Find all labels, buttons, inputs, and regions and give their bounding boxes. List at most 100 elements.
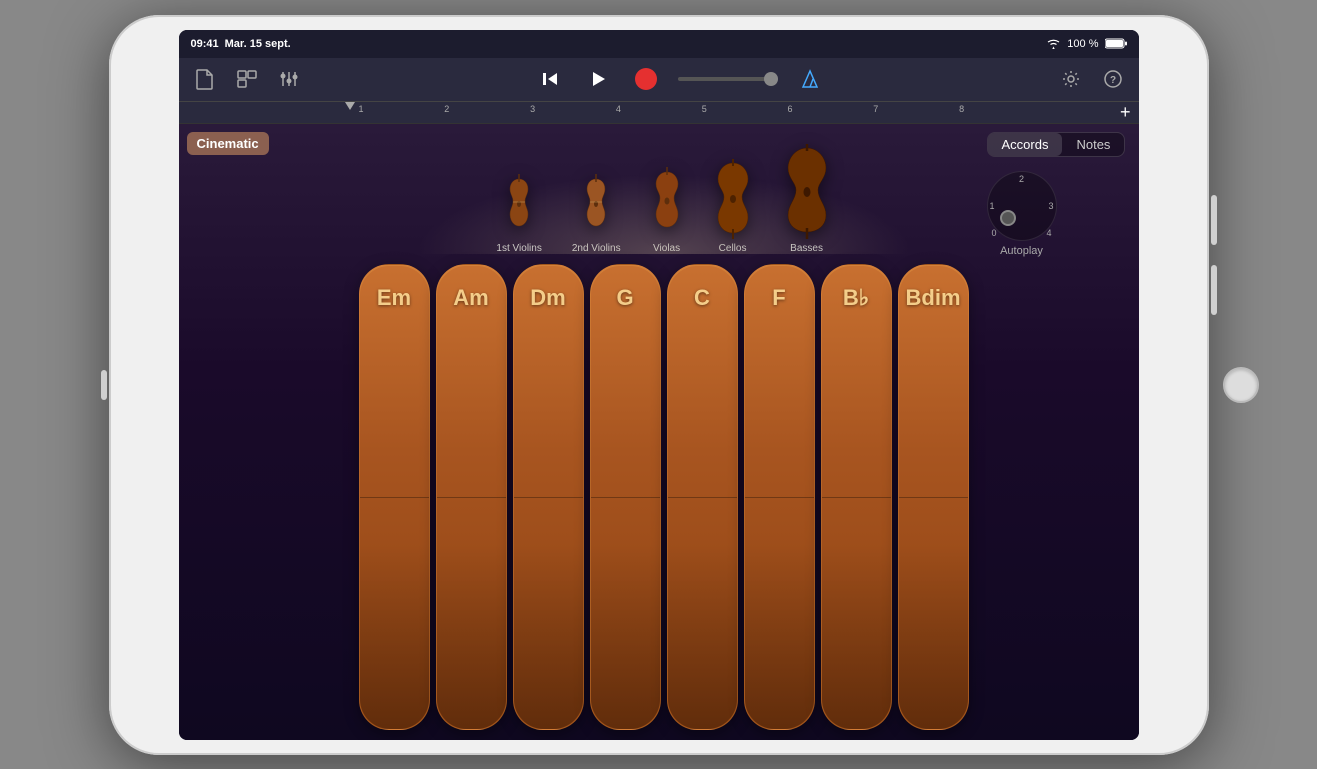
chord-bb-divider	[822, 497, 891, 498]
screen: 09:41 Mar. 15 sept. 100 %	[179, 30, 1139, 740]
record-button[interactable]	[630, 63, 662, 95]
skip-back-icon	[541, 70, 559, 88]
cellos-image	[713, 169, 753, 239]
chord-dm-label: Dm	[530, 285, 565, 311]
chord-f[interactable]: F	[744, 264, 815, 730]
chord-dm[interactable]: Dm	[513, 264, 584, 730]
instrument-label-violas: Violas	[653, 243, 680, 254]
chord-em-label: Em	[377, 285, 411, 311]
chord-bdim-divider	[899, 497, 968, 498]
ruler-mark-5: 5	[702, 104, 707, 114]
record-indicator	[635, 68, 657, 90]
ruler-marks: 1 2 3 4 5 6 7 8 +	[359, 102, 1139, 123]
svg-text:?: ?	[1109, 75, 1115, 86]
tab-switcher: Accords Notes	[987, 132, 1126, 157]
skip-back-button[interactable]	[534, 63, 566, 95]
window-icon	[237, 70, 257, 88]
metronome-icon	[801, 69, 819, 89]
chord-bb-label: B♭	[843, 285, 869, 311]
autoplay-label: Autoplay	[1000, 245, 1043, 257]
file-button[interactable]	[189, 63, 221, 95]
settings-icon	[1062, 70, 1080, 88]
chord-g[interactable]: G	[590, 264, 661, 730]
chord-g-divider	[591, 497, 660, 498]
toolbar-center	[315, 63, 1045, 95]
chord-c-label: C	[694, 285, 710, 311]
chord-bb[interactable]: B♭	[821, 264, 892, 730]
volume-up-button[interactable]	[1211, 195, 1217, 245]
instrument-cellos[interactable]: Cellos	[713, 169, 753, 254]
chord-am-divider	[437, 497, 506, 498]
mixer-button[interactable]	[273, 63, 305, 95]
chord-bdim[interactable]: Bdim	[898, 264, 969, 730]
instrument-label-basses: Basses	[790, 243, 823, 254]
volume-down-button[interactable]	[1211, 265, 1217, 315]
window-button[interactable]	[231, 63, 263, 95]
toolbar-right: ?	[1055, 63, 1129, 95]
ruler-mark-6: 6	[788, 104, 793, 114]
instrument-basses[interactable]: Basses	[783, 169, 831, 254]
battery-icon	[1105, 38, 1127, 49]
chord-c[interactable]: C	[667, 264, 738, 730]
ruler-mark-4: 4	[616, 104, 621, 114]
status-date: Mar. 15 sept.	[225, 38, 291, 50]
battery-level: 100 %	[1067, 38, 1098, 50]
play-button[interactable]	[582, 63, 614, 95]
mixer-icon	[279, 70, 299, 88]
chord-am[interactable]: Am	[436, 264, 507, 730]
chord-em[interactable]: Em	[359, 264, 430, 730]
knob-mark-0: 0	[992, 228, 997, 238]
wifi-icon	[1046, 38, 1061, 49]
add-track-button[interactable]: +	[1120, 103, 1131, 121]
chord-dm-divider	[514, 497, 583, 498]
knob-mark-3: 3	[1048, 201, 1053, 211]
violin-small-svg	[505, 174, 533, 239]
home-button[interactable]	[1223, 367, 1259, 403]
status-right: 100 %	[1046, 38, 1126, 50]
1st-violins-image	[505, 169, 533, 239]
chord-c-divider	[668, 497, 737, 498]
instrument-violas[interactable]: Violas	[651, 169, 683, 254]
file-icon	[195, 68, 215, 90]
knob-marks: 2 3 4 0 1	[988, 172, 1056, 240]
instrument-label-2nd-violins: 2nd Violins	[572, 243, 621, 254]
status-left: 09:41 Mar. 15 sept.	[191, 38, 291, 50]
status-time: 09:41	[191, 38, 219, 50]
ruler-mark-3: 3	[530, 104, 535, 114]
ruler-mark-2: 2	[444, 104, 449, 114]
instrument-label-1st-violins: 1st Violins	[496, 243, 541, 254]
autoplay-knob-container[interactable]: 2 3 4 0 1	[987, 171, 1057, 241]
track-name-badge[interactable]: Cinematic	[187, 132, 269, 155]
toolbar: ?	[179, 58, 1139, 102]
help-button[interactable]: ?	[1097, 63, 1129, 95]
transport-slider[interactable]	[678, 77, 778, 81]
instruments-row: 1st Violins 2nd Violins	[349, 124, 979, 254]
knob-mark-4: 4	[1046, 228, 1051, 238]
chord-em-divider	[360, 497, 429, 498]
knob-mark-1: 1	[990, 201, 995, 211]
transport-thumb	[764, 72, 778, 86]
toolbar-left	[189, 63, 305, 95]
autoplay-section: 2 3 4 0 1 Autoplay	[987, 171, 1057, 257]
playhead-triangle	[345, 102, 355, 110]
chord-f-divider	[745, 497, 814, 498]
instruments-area: 1st Violins 2nd Violins	[349, 124, 979, 740]
cello-svg	[713, 159, 753, 239]
playhead	[349, 102, 351, 123]
settings-button[interactable]	[1055, 63, 1087, 95]
track-label-area: Cinematic	[179, 124, 349, 740]
instrument-1st-violins[interactable]: 1st Violins	[496, 169, 541, 254]
tab-notes[interactable]: Notes	[1062, 133, 1124, 156]
2nd-violins-image	[582, 169, 610, 239]
main-content: Cinematic	[179, 124, 1139, 740]
status-bar: 09:41 Mar. 15 sept. 100 %	[179, 30, 1139, 58]
side-button[interactable]	[101, 370, 107, 400]
metronome-button[interactable]	[794, 63, 826, 95]
viola-svg	[651, 167, 683, 239]
chord-g-label: G	[616, 285, 633, 311]
instrument-2nd-violins[interactable]: 2nd Violins	[572, 169, 621, 254]
tab-chords[interactable]: Accords	[988, 133, 1063, 156]
autoplay-knob-bg: 2 3 4 0 1	[987, 171, 1057, 241]
violin-small2-svg	[582, 174, 610, 239]
ruler-mark-1: 1	[359, 104, 364, 114]
